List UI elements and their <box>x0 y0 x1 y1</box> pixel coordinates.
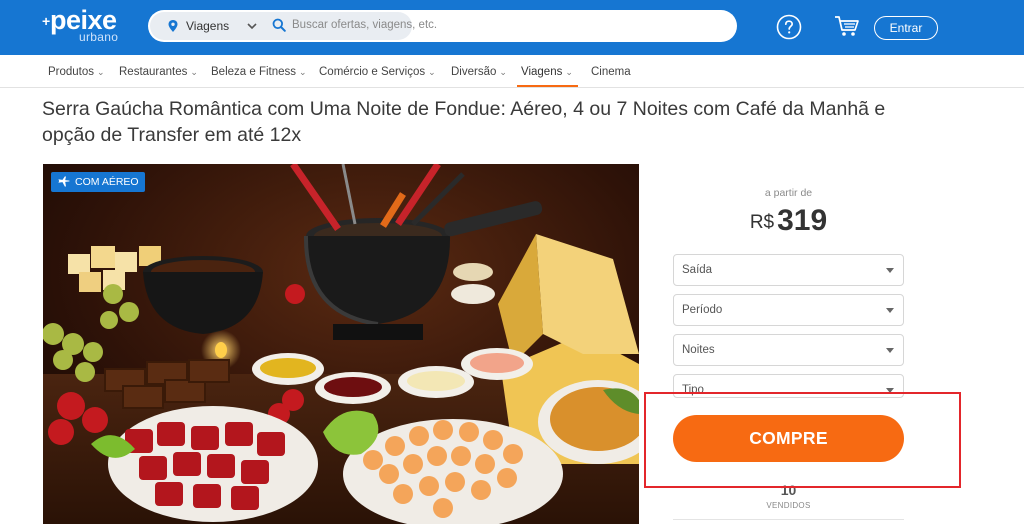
nav-item-viagens[interactable]: Viagens ⌄ <box>521 65 573 79</box>
chevron-down-icon <box>247 23 257 30</box>
chevron-down-icon: ⌄ <box>190 67 198 77</box>
nights-select[interactable]: Noites <box>673 334 904 366</box>
caret-down-icon <box>886 388 894 393</box>
logo-subtitle: urbano <box>79 30 119 44</box>
chevron-down-icon: ⌄ <box>565 67 573 77</box>
airplane-icon <box>58 176 70 187</box>
nav-item-label: Restaurantes <box>119 66 188 78</box>
deal-price: R$ 319 <box>673 204 904 238</box>
search-bar: Viagens <box>148 10 737 42</box>
select-label: Tipo <box>682 384 704 396</box>
category-label: Viagens <box>186 19 230 33</box>
category-nav: Produtos ⌄ Restaurantes ⌄ Beleza e Fitness… <box>0 55 1024 88</box>
top-header: + peixe urbano Viagens En <box>0 0 1024 55</box>
search-input[interactable] <box>292 14 592 36</box>
buy-button[interactable]: COMPRE <box>673 415 904 462</box>
nav-item-comercio-servicos[interactable]: Comércio e Serviços ⌄ <box>319 65 436 79</box>
help-icon[interactable] <box>776 14 802 40</box>
caret-down-icon <box>886 348 894 353</box>
price-currency: R$ <box>749 212 775 233</box>
chevron-down-icon: ⌄ <box>97 67 105 77</box>
nav-item-label: Cinema <box>591 66 631 78</box>
price-value: 319 <box>777 204 828 237</box>
nav-item-label: Produtos <box>48 66 95 78</box>
type-select[interactable]: Tipo <box>673 374 904 398</box>
nav-active-indicator <box>517 85 578 87</box>
peixe-urbano-logo[interactable]: + peixe urbano <box>42 6 132 46</box>
nav-item-label: Viagens <box>521 66 563 78</box>
login-button[interactable]: Entrar <box>874 16 938 40</box>
air-included-badge: COM AÉREO <box>51 172 145 192</box>
caret-down-icon <box>886 308 894 313</box>
sold-label: VENDIDOS <box>766 501 811 510</box>
nav-item-beleza-fitness[interactable]: Beleza e Fitness ⌄ <box>211 65 307 79</box>
nav-item-cinema[interactable]: Cinema <box>591 65 631 79</box>
nav-item-label: Diversão <box>451 66 497 78</box>
deal-title: Serra Gaúcha Romântica com Uma Noite de … <box>42 98 886 146</box>
select-label: Saída <box>682 264 713 276</box>
chevron-down-icon: ⌄ <box>499 67 507 77</box>
select-label: Noites <box>682 344 715 356</box>
deal-photo[interactable] <box>43 164 639 524</box>
fondue-illustration <box>43 164 639 524</box>
divider <box>673 519 904 520</box>
period-select[interactable]: Período <box>673 294 904 326</box>
sold-count: 10 <box>780 482 797 498</box>
price-from-label: a partir de <box>764 187 813 199</box>
logo-plus-icon: + <box>42 13 51 29</box>
nav-item-label: Comércio e Serviços <box>319 66 426 78</box>
search-icon[interactable] <box>272 18 286 32</box>
select-label: Período <box>682 304 723 316</box>
chevron-down-icon: ⌄ <box>299 67 307 77</box>
nav-item-diversao[interactable]: Diversão ⌄ <box>451 65 507 79</box>
location-pin-icon <box>168 20 178 32</box>
caret-down-icon <box>886 268 894 273</box>
chevron-down-icon: ⌄ <box>428 67 436 77</box>
departure-select[interactable]: Saída <box>673 254 904 286</box>
cart-icon[interactable] <box>833 14 861 38</box>
badge-label: COM AÉREO <box>75 176 139 188</box>
nav-item-label: Beleza e Fitness <box>211 66 297 78</box>
nav-item-produtos[interactable]: Produtos ⌄ <box>48 65 105 79</box>
nav-item-restaurantes[interactable]: Restaurantes ⌄ <box>119 65 198 79</box>
